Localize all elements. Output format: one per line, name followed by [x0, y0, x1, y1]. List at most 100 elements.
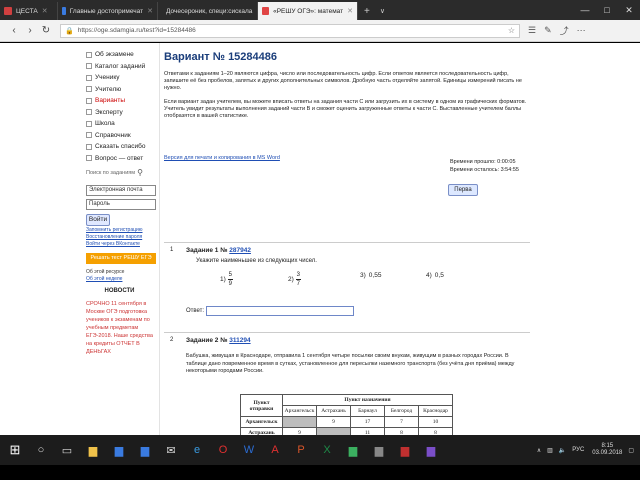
edge-icon[interactable]: e: [186, 439, 208, 461]
app-blue-icon[interactable]: ▆: [108, 439, 130, 461]
table-cell: 17: [350, 416, 385, 428]
pen-icon[interactable]: ✎: [544, 25, 552, 36]
task-id-link[interactable]: 311294: [229, 337, 250, 344]
sidebar-item[interactable]: Варианты: [86, 95, 153, 107]
right-gutter: [534, 43, 640, 435]
sidebar-item-label: Вопрос — ответ: [95, 154, 144, 162]
sidebar-item-label: Об экзамене: [95, 51, 134, 59]
minimize-button[interactable]: —: [574, 5, 596, 15]
windows-start-icon[interactable]: ⊞: [4, 439, 26, 461]
timer-left: Времени осталось: 3:54:55: [450, 167, 519, 173]
tab-title: «РЕШУ ОГЭ»: математ: [273, 7, 344, 15]
tab-title: ЦЕСТА: [16, 7, 38, 15]
sidebar-item[interactable]: Каталог заданий: [86, 61, 153, 73]
password-field[interactable]: Пароль: [86, 199, 156, 210]
table-row-header: Архангельск: [240, 416, 283, 428]
tab-list-icon[interactable]: ∨: [376, 2, 389, 20]
forward-arrow-icon[interactable]: ›: [22, 25, 38, 36]
task-heading: Задание 1 № 287942: [186, 247, 251, 254]
opera-icon[interactable]: O: [212, 439, 234, 461]
favicon-icon: [62, 7, 66, 15]
notifications-icon[interactable]: ▢: [628, 447, 634, 454]
browser-tab[interactable]: Дочесероник, специ:сискала✕: [158, 2, 258, 20]
sidebar-item[interactable]: Школа: [86, 118, 153, 130]
close-tab-icon[interactable]: ✕: [147, 7, 153, 15]
table-cell: 9: [282, 427, 317, 435]
close-tab-icon[interactable]: ✕: [347, 7, 353, 15]
refresh-icon[interactable]: ↻: [38, 25, 54, 36]
answer-input[interactable]: [206, 306, 354, 316]
app-red-icon[interactable]: ▆: [394, 439, 416, 461]
excel-icon[interactable]: X: [316, 439, 338, 461]
sidebar-link[interactable]: Войти через ВКонтакте: [86, 241, 153, 247]
app-green-icon[interactable]: ▆: [342, 439, 364, 461]
sidebar-item[interactable]: Об экзамене: [86, 49, 153, 61]
url-text: https://oge.sdamgia.ru/test?id=15284486: [77, 27, 196, 34]
sidebar-item[interactable]: Сказать спасибо: [86, 141, 153, 153]
option-number: 4): [426, 272, 432, 279]
fraction: 59: [227, 272, 233, 287]
favorite-star-icon[interactable]: ☆: [508, 26, 515, 35]
app-purple-icon[interactable]: ▆: [420, 439, 442, 461]
file-explorer-icon[interactable]: ▆: [82, 439, 104, 461]
sidebar-item[interactable]: Учителю: [86, 84, 153, 96]
clock[interactable]: 8:15 03.09.2018: [592, 443, 622, 457]
sidebar-link[interactable]: Запомнить регистрацию: [86, 227, 153, 233]
sidebar-item[interactable]: Ученику: [86, 72, 153, 84]
login-button[interactable]: Войти: [86, 214, 110, 226]
sidebar-item[interactable]: Вопрос — ответ: [86, 153, 153, 165]
subscribe-link[interactable]: Об этой неделе: [86, 276, 153, 282]
checkbox-icon: [86, 109, 92, 116]
browser-tab[interactable]: ЦЕСТА ✕: [0, 2, 58, 20]
task-id-link[interactable]: 287942: [229, 247, 251, 254]
table-cell: [282, 416, 317, 428]
table-cell: 11: [350, 427, 385, 435]
promo-button[interactable]: Решать тест РЕШУ ЕГЭ: [86, 253, 156, 264]
sidebar-link[interactable]: Восстановление пароля: [86, 234, 153, 240]
clock-date: 03.09.2018: [592, 450, 623, 456]
search-icon[interactable]: ○: [30, 439, 52, 461]
back-arrow-icon[interactable]: ‹: [6, 25, 22, 36]
sidebar-item[interactable]: Эксперту: [86, 107, 153, 119]
intro-paragraph-1: Ответами к заданиям 1–20 являются цифра,…: [164, 71, 522, 91]
browser-tab[interactable]: «РЕШУ ОГЭ»: математ ✕: [258, 2, 358, 20]
check-button[interactable]: Перва: [448, 184, 478, 196]
network-icon[interactable]: ▥: [547, 447, 553, 454]
input-language[interactable]: РУС: [572, 447, 584, 453]
sidebar-item[interactable]: Справочник: [86, 130, 153, 142]
task-view-icon[interactable]: ▭: [56, 439, 78, 461]
email-field[interactable]: Электронная почта: [86, 185, 156, 196]
main-content: Вариант № 15284486 Ответами к заданиям 1…: [164, 51, 530, 435]
browser-tab[interactable]: Главные достопримечат ✕: [58, 2, 158, 20]
numerator: 3: [296, 272, 300, 278]
more-icon[interactable]: ⋯: [577, 25, 586, 36]
maximize-button[interactable]: □: [596, 5, 618, 15]
print-version-link[interactable]: Версия для печати и копирования в MS Wor…: [164, 155, 280, 161]
powerpoint-icon[interactable]: P: [290, 439, 312, 461]
search-input[interactable]: Поиск по заданиям: [86, 170, 135, 176]
close-tab-icon[interactable]: ✕: [42, 7, 48, 15]
store-icon[interactable]: ▆: [134, 439, 156, 461]
sidebar-search: Поиск по заданиям ⚲: [86, 168, 153, 177]
word-icon[interactable]: W: [238, 439, 260, 461]
table-cell: 8: [384, 427, 419, 435]
url-input[interactable]: 🔒 https://oge.sdamgia.ru/test?id=1528448…: [60, 23, 520, 38]
app-gray-icon[interactable]: ▆: [368, 439, 390, 461]
option-value: 0,55: [368, 272, 382, 279]
volume-icon[interactable]: 🔈: [559, 447, 566, 454]
answer-option: 1) 5 9: [220, 272, 233, 287]
news-text[interactable]: СРОЧНО 11 сентября в Москве ОГЭ подготов…: [86, 300, 153, 356]
fraction: 37: [295, 272, 301, 287]
reading-list-icon[interactable]: ☰: [528, 25, 536, 36]
share-icon[interactable]: ⤴: [560, 24, 569, 37]
checkbox-icon: [86, 143, 92, 150]
acrobat-icon[interactable]: A: [264, 439, 286, 461]
close-window-button[interactable]: ✕: [618, 5, 640, 16]
sidebar-item-label: Школа: [95, 120, 115, 128]
favicon-icon: [4, 7, 12, 15]
mail-icon[interactable]: ✉: [160, 439, 182, 461]
new-tab-button[interactable]: +: [358, 2, 376, 20]
search-icon[interactable]: ⚲: [137, 168, 143, 177]
answer-option: 4) 0,5: [426, 272, 444, 279]
chevron-up-icon[interactable]: ∧: [537, 447, 541, 454]
